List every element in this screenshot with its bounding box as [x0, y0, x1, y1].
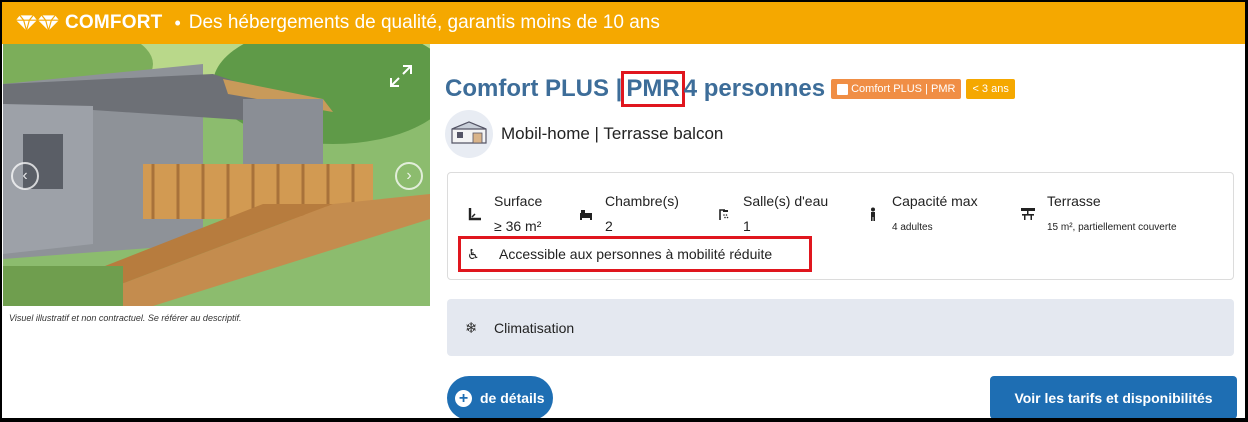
- more-details-button[interactable]: + de détails: [447, 376, 553, 418]
- photo-next-arrow-icon[interactable]: ›: [395, 162, 423, 190]
- spec-label: Surface: [494, 193, 543, 209]
- banner-tagline: Des hébergements de qualité, garantis mo…: [188, 12, 660, 33]
- surface-icon: [468, 208, 481, 221]
- photo-scene: [3, 44, 430, 306]
- wheelchair-icon: ♿: [467, 245, 480, 262]
- age-badge: < 3 ans: [966, 79, 1015, 99]
- badge-comfort-text: Comfort PLUS | PMR: [851, 83, 956, 95]
- bed-icon: [580, 210, 592, 220]
- title-prefix: Comfort PLUS |: [445, 75, 623, 102]
- more-details-label: de détails: [480, 390, 545, 406]
- spec-value: 15 m², partiellement couverte: [1047, 222, 1177, 233]
- plus-icon: +: [455, 389, 472, 407]
- mobile-home-icon: [445, 110, 493, 158]
- spec-label: Salle(s) d'eau: [743, 193, 829, 209]
- spec-label: Capacité max: [892, 193, 978, 209]
- title-suffix: 4 personnes: [683, 75, 826, 102]
- photo-caption: Visuel illustratif et non contractuel. S…: [9, 313, 242, 323]
- accommodation-type: Mobil-home | Terrasse balcon: [445, 110, 723, 158]
- photo-prev-arrow-icon[interactable]: ‹: [11, 162, 39, 190]
- rates-availability-button[interactable]: Voir les tarifs et disponibilités: [990, 376, 1237, 418]
- title-pmr: PMR: [621, 71, 685, 107]
- snowflake-icon: ❄: [465, 319, 478, 337]
- banner-brand: COMFORT: [65, 12, 163, 33]
- accessibility-row: ♿ Accessible aux personnes à mobilité ré…: [458, 236, 812, 272]
- accessibility-text: Accessible aux personnes à mobilité rédu…: [499, 246, 773, 262]
- banner-separator: •: [174, 12, 181, 33]
- shower-icon: [719, 209, 729, 220]
- diamonds-icon: [16, 14, 59, 32]
- accommodation-title-row: Comfort PLUS | PMR 4 personnes Comfort P…: [445, 71, 1015, 107]
- terrace-icon: [1021, 208, 1035, 220]
- spec-value: 1: [743, 218, 751, 234]
- spec-label: Terrasse: [1047, 193, 1101, 209]
- spec-label: Chambre(s): [605, 193, 679, 209]
- equipment-panel: ❄ Climatisation: [447, 299, 1234, 356]
- specs-panel: Surface ≥ 36 m² Chambre(s) 2 Salle(s) d'…: [447, 172, 1234, 280]
- comfort-plus-pmr-badge: Comfort PLUS | PMR: [831, 79, 962, 99]
- spec-value: 4 adultes: [892, 222, 933, 233]
- badge-label-icon: [837, 83, 849, 95]
- comfort-banner: COMFORT • Des hébergements de qualité, g…: [2, 2, 1245, 44]
- accommodation-photo[interactable]: ‹ ›: [3, 44, 430, 306]
- accommodation-type-label: Mobil-home | Terrasse balcon: [501, 124, 724, 143]
- spec-value: 2: [605, 218, 613, 234]
- person-icon: [871, 207, 875, 221]
- equipment-text: Climatisation: [494, 319, 575, 336]
- accommodation-card: COMFORT • Des hébergements de qualité, g…: [2, 2, 1245, 418]
- expand-icon[interactable]: [389, 64, 413, 88]
- spec-value: ≥ 36 m²: [494, 218, 542, 234]
